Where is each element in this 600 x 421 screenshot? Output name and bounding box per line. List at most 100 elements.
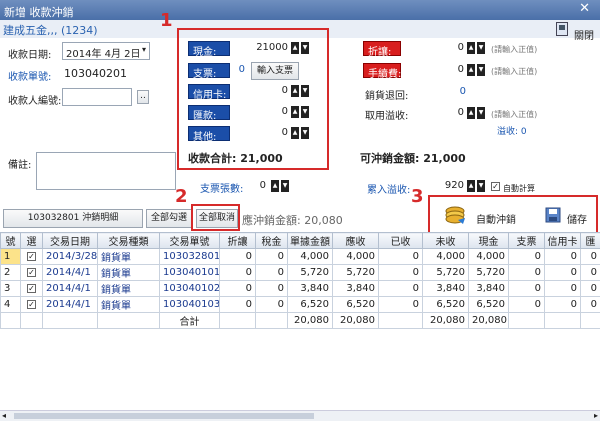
table-cell: 0 [508,248,545,265]
spin-down-icon[interactable]: ▼ [301,127,309,139]
table-header-row: 號選交易日期 交易種類 交易單號 折讓 稅金 單據金額 應收 已收 未收 現金 支票 信用卡匯 [0,232,600,249]
table-cell: 4,000 [287,248,333,265]
close-button[interactable]: 關閉 [556,22,596,42]
payer-lookup-button[interactable]: .. [137,90,149,104]
check-label: 支票: [188,63,230,80]
spin-up-icon[interactable]: ▲ [467,107,475,119]
callout-1: 1 [160,10,173,31]
table-row[interactable]: 4 ✓ 2014/4/1 銷貨單 103040103 0 0 6,520 6,520 0 6,520… [0,296,600,313]
table-row[interactable]: 2 ✓ 2014/4/1 銷貨單 103040101 0 0 5,720 5,720 0 5,720… [0,264,600,281]
spin-up-icon[interactable]: ▲ [291,85,299,97]
payer-input[interactable] [62,88,132,106]
cash-label: 現金: [188,41,230,58]
column-header[interactable]: 已收 [378,232,423,249]
accum-value[interactable]: 920 [440,180,464,191]
spin-down-icon[interactable]: ▼ [477,42,485,54]
total-cell [580,312,600,329]
spin-up-icon[interactable]: ▲ [291,106,299,118]
column-header[interactable]: 交易種類 [97,232,160,249]
window-close-icon[interactable]: ✕ [579,1,590,16]
coins-icon [445,206,465,224]
receipt-no-value: 103040201 [64,67,127,80]
save-button[interactable]: 儲存 [545,205,597,229]
card-value[interactable]: 0 [246,85,288,96]
table-cell: 103032801 [159,248,220,265]
column-header[interactable]: 單據金額 [287,232,333,249]
save-label: 儲存 [567,215,587,226]
fee-value[interactable]: 0 [440,64,464,75]
notes-label: 備註: [8,160,32,171]
column-header[interactable]: 現金 [468,232,509,249]
save-icon [545,207,561,223]
cancel-all-button[interactable]: 全部取消 [196,209,238,228]
cash-value[interactable]: 21000 [246,42,288,53]
spin-up-icon[interactable]: ▲ [467,64,475,76]
column-header[interactable]: 支票 [508,232,545,249]
spin-down-icon[interactable]: ▼ [477,180,485,192]
row-select-checkbox[interactable]: ✓ [20,248,43,265]
table-cell: 2014/4/1 [42,280,98,297]
total-cell [97,312,160,329]
column-header[interactable]: 稅金 [255,232,288,249]
column-header[interactable]: 號 [0,232,21,249]
payment-total: 收款合計: 21,000 [188,152,283,165]
company-name: 建成五金,,, (1234) [3,24,98,37]
spin-down-icon[interactable]: ▼ [477,64,485,76]
input-check-button[interactable]: 輸入支票 [251,62,299,80]
scroll-right-icon[interactable]: ▸ [594,411,598,420]
overflow-value[interactable]: 0 [440,107,464,118]
auto-calc-checkbox[interactable]: ✓ [491,182,500,191]
column-header[interactable]: 交易單號 [159,232,220,249]
spin-down-icon[interactable]: ▼ [301,106,309,118]
spin-up-icon[interactable]: ▲ [271,180,279,192]
notes-textarea[interactable] [36,152,176,190]
table-row[interactable]: 1 ✓ 2014/3/28 銷貨單 103032801 0 0 4,000 4,000 0 4,00… [0,248,600,265]
date-label: 收款日期: [8,50,52,61]
column-header[interactable]: 信用卡 [544,232,581,249]
table-cell: 5,720 [422,264,469,281]
column-header[interactable]: 折讓 [219,232,256,249]
select-all-button[interactable]: 全部勾選 [146,209,192,228]
total-cell: 20,080 [332,312,379,329]
table-row[interactable]: 3 ✓ 2014/4/1 銷貨單 103040102 0 0 3,840 3,840 0 3,840… [0,280,600,297]
table-cell: 0 [378,248,423,265]
auto-writeoff-button[interactable]: 自動沖銷 [444,205,534,229]
total-cell [20,312,43,329]
table-cell: 0 [255,280,288,297]
spin-down-icon[interactable]: ▼ [281,180,289,192]
other-value[interactable]: 0 [246,127,288,138]
discount-note: (請輸入正值) [491,45,538,54]
column-header[interactable]: 未收 [422,232,469,249]
discount-value[interactable]: 0 [440,42,464,53]
column-header[interactable]: 選 [20,232,43,249]
total-cell: 20,080 [422,312,469,329]
writeoff-amount: 應沖銷金額: 20,080 [242,214,343,227]
writeoff-detail-button[interactable]: 103032801 沖銷明細 [3,209,143,228]
table-cell: 2014/4/1 [42,264,98,281]
spin-up-icon[interactable]: ▲ [467,180,475,192]
spin-down-icon[interactable]: ▼ [301,85,309,97]
spin-up-icon[interactable]: ▲ [467,42,475,54]
table-cell: 4 [0,296,21,313]
spin-down-icon[interactable]: ▼ [301,42,309,54]
table-cell: 103040103 [159,296,220,313]
column-header[interactable]: 匯 [580,232,600,249]
date-picker[interactable]: 2014年 4月 2日 ▾ [62,42,150,60]
scroll-thumb[interactable] [14,413,314,419]
date-value: 2014年 4月 2日 [66,49,141,60]
column-header[interactable]: 交易日期 [42,232,98,249]
remit-value[interactable]: 0 [246,106,288,117]
column-header[interactable]: 應收 [332,232,379,249]
row-select-checkbox[interactable]: ✓ [20,264,43,281]
fee-note: (請輸入正值) [491,67,538,76]
scroll-left-icon[interactable]: ◂ [2,411,6,420]
check-count-value[interactable]: 0 [252,180,266,191]
table-cell: 0 [219,296,256,313]
row-select-checkbox[interactable]: ✓ [20,280,43,297]
spin-up-icon[interactable]: ▲ [291,127,299,139]
table-cell: 0 [255,296,288,313]
spin-up-icon[interactable]: ▲ [291,42,299,54]
horizontal-scrollbar[interactable]: ◂ ▸ [0,410,600,421]
row-select-checkbox[interactable]: ✓ [20,296,43,313]
spin-down-icon[interactable]: ▼ [477,107,485,119]
